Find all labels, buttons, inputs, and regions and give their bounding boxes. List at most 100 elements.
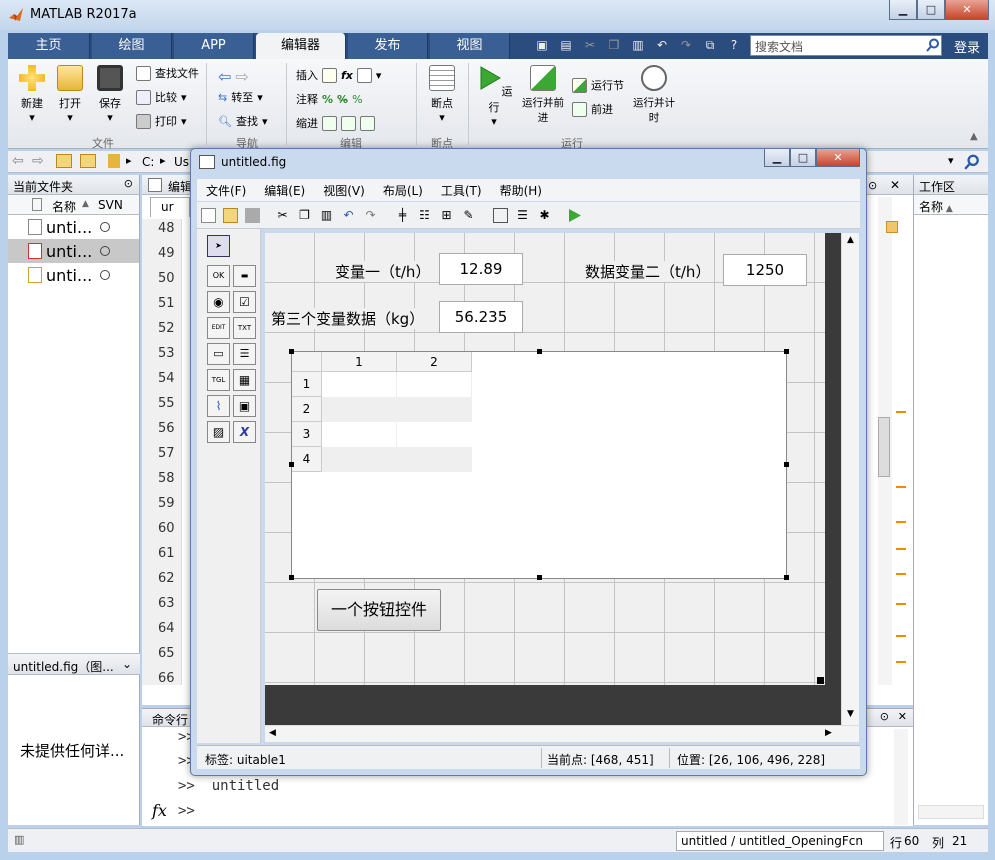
close-panel-icon[interactable]: ✕ xyxy=(898,710,907,723)
code-editor-icon[interactable] xyxy=(493,208,508,223)
resize-handle[interactable] xyxy=(289,349,294,354)
uitable1[interactable]: 1 2 1 2 3 4 xyxy=(291,351,787,579)
warning-marker[interactable] xyxy=(896,635,906,637)
percent-icon[interactable]: % xyxy=(322,93,333,106)
close-panel-icon[interactable]: ✕ xyxy=(890,178,900,192)
new-icon[interactable] xyxy=(201,208,216,223)
canvas-vertical-scrollbar[interactable]: ▲ ▼ xyxy=(841,233,859,725)
scroll-thumb[interactable] xyxy=(878,417,890,477)
run-figure-icon[interactable] xyxy=(567,208,582,223)
resize-handle[interactable] xyxy=(537,575,542,580)
activex-tool-icon[interactable]: X xyxy=(233,421,256,443)
advance-button[interactable]: 前进 xyxy=(572,101,613,117)
up-folder-icon[interactable] xyxy=(56,154,72,168)
file-row[interactable]: unti... xyxy=(8,215,139,239)
compare-button[interactable]: 比较 ▾ xyxy=(136,89,187,105)
panel-menu-icon[interactable]: ⊙ xyxy=(124,177,133,190)
property-inspector-icon[interactable]: ☰ xyxy=(515,208,530,223)
paste-icon[interactable]: ▥ xyxy=(630,37,646,53)
tab-apps[interactable]: APP xyxy=(174,33,254,59)
column-svn-header[interactable]: SVN xyxy=(98,198,123,212)
copy-icon[interactable]: ❐ xyxy=(297,208,312,223)
open-button[interactable]: 打开 ▾ xyxy=(52,65,88,124)
scroll-left-icon[interactable]: ◀ xyxy=(269,728,276,738)
undo-icon[interactable]: ↶ xyxy=(654,37,670,53)
scroll-up-icon[interactable]: ▲ xyxy=(847,235,854,245)
table-row[interactable] xyxy=(322,447,472,472)
chevron-down-icon[interactable]: ⌄ xyxy=(122,657,132,671)
menu-layout[interactable]: 布局(L) xyxy=(383,182,423,199)
table-row-header[interactable]: 4 xyxy=(292,447,322,472)
quick-save-icon[interactable]: ▤ xyxy=(558,37,574,53)
close-button[interactable]: ✕ xyxy=(945,0,989,20)
path-segment[interactable]: Us xyxy=(174,155,189,169)
save-icon[interactable] xyxy=(245,208,260,223)
layout-canvas[interactable]: 变量一（t/h） 12.89 数据变量二（t/h） 1250 第三个变量数据（k… xyxy=(265,233,841,725)
tab-home[interactable]: 主页 xyxy=(8,33,90,59)
maximize-button[interactable]: □ xyxy=(790,149,816,167)
switch-windows-icon[interactable]: ⧉ xyxy=(702,37,718,53)
label-var1[interactable]: 变量一（t/h） xyxy=(335,261,431,282)
find-files-button[interactable]: 查找文件 xyxy=(136,65,199,81)
edit-var3[interactable]: 56.235 xyxy=(439,301,523,333)
label-var2[interactable]: 数据变量二（t/h） xyxy=(585,261,711,282)
menu-edit[interactable]: 编辑(E) xyxy=(264,182,305,199)
code-analyzer-indicator[interactable] xyxy=(886,221,898,233)
cut-icon[interactable]: ✂ xyxy=(275,208,290,223)
breakpoints-button[interactable]: 断点 ▾ xyxy=(422,65,462,124)
table-tool-icon[interactable]: ▦ xyxy=(233,369,256,391)
warning-marker[interactable] xyxy=(896,411,906,413)
static-text-tool-icon[interactable]: TXT xyxy=(233,317,256,339)
paste-icon[interactable]: ▥ xyxy=(319,208,334,223)
panel-menu-icon[interactable]: ⊙ xyxy=(868,179,877,192)
copy-icon[interactable]: ❐ xyxy=(606,37,622,53)
table-row-header[interactable]: 3 xyxy=(292,422,322,447)
warning-marker[interactable] xyxy=(896,661,906,663)
popup-menu-tool-icon[interactable]: ▭ xyxy=(207,343,230,365)
minimize-button[interactable]: ▁ xyxy=(889,0,917,20)
menu-tools[interactable]: 工具(T) xyxy=(441,182,482,199)
quick-access-icon[interactable]: ▣ xyxy=(534,37,550,53)
table-column-header[interactable]: 2 xyxy=(397,352,472,372)
help-icon[interactable]: ? xyxy=(726,37,742,53)
find-button[interactable]: 🔍︎ 查找 ▾ xyxy=(218,113,268,129)
save-button[interactable]: 保存 ▾ xyxy=(92,65,128,124)
panel-menu-icon[interactable]: ⊙ xyxy=(880,710,889,723)
back-forward-buttons[interactable]: ⇦ ⇨ xyxy=(218,67,249,86)
resize-handle[interactable] xyxy=(289,575,294,580)
tab-order-icon[interactable]: ⊞ xyxy=(439,208,454,223)
minimize-button[interactable]: ▁ xyxy=(764,149,790,167)
fx-icon[interactable]: fx xyxy=(341,69,353,82)
collapse-ribbon-icon[interactable]: ▲ xyxy=(970,131,978,142)
redo-icon[interactable]: ↷ xyxy=(678,37,694,53)
arrow-right-icon[interactable]: ⇨ xyxy=(235,67,248,86)
edit-var2[interactable]: 1250 xyxy=(723,254,807,286)
insert-button[interactable]: 插入 fx ▾ xyxy=(296,67,381,83)
figure-resize-handle[interactable] xyxy=(817,677,824,684)
command-prompt[interactable]: >> xyxy=(178,803,195,819)
canvas-horizontal-scrollbar[interactable]: ◀ ▶ xyxy=(265,725,859,742)
warning-marker[interactable] xyxy=(896,603,906,605)
back-icon[interactable]: ⇦ xyxy=(12,153,24,169)
table-row-header[interactable]: 1 xyxy=(292,372,322,397)
run-section-button[interactable]: 运行节 xyxy=(572,77,624,93)
table-row[interactable] xyxy=(322,422,472,447)
forward-icon[interactable]: ⇨ xyxy=(32,153,44,169)
maximize-button[interactable]: □ xyxy=(917,0,945,20)
edit-var1[interactable]: 12.89 xyxy=(439,253,523,285)
login-link[interactable]: 登录 xyxy=(954,37,980,56)
goto-button[interactable]: ⇆ 转至 ▾ xyxy=(218,89,263,105)
toggle-button-tool-icon[interactable]: TGL xyxy=(207,369,230,391)
arrow-left-icon[interactable]: ⇦ xyxy=(218,67,231,86)
run-button[interactable]: 运行 ▾ xyxy=(474,65,514,128)
listbox-tool-icon[interactable]: ☰ xyxy=(233,343,256,365)
push-button[interactable]: 一个按钮控件 xyxy=(317,589,441,631)
menu-file[interactable]: 文件(F) xyxy=(206,182,246,199)
search-icon[interactable] xyxy=(926,38,940,52)
editor-file-tab[interactable]: ur xyxy=(150,197,190,217)
file-row-selected[interactable]: unti... xyxy=(8,239,139,263)
warning-marker[interactable] xyxy=(896,521,906,523)
pushbutton-tool-icon[interactable]: OK xyxy=(207,265,230,287)
wrap-comment-icon[interactable]: % xyxy=(352,93,362,106)
warning-marker[interactable] xyxy=(896,548,906,550)
